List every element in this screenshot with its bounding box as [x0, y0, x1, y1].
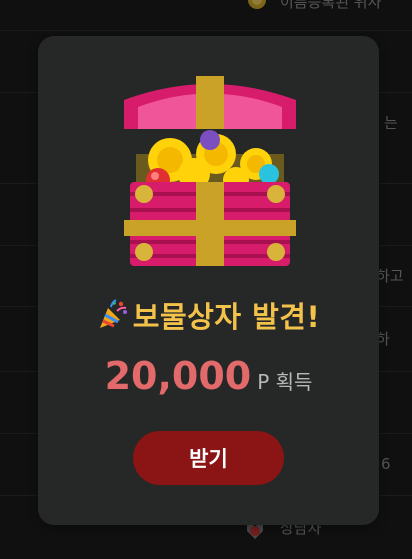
modal-title-text: 보물상자 발견! [132, 300, 321, 334]
screen: 이름등록된 위사 는 하고 하 6 상담자 보물상자 발견! 20,000 P … [0, 0, 412, 559]
treasure-chest-modal: 보물상자 발견! 20,000 P 획득 받기 [38, 36, 379, 525]
modal-title: 보물상자 발견! [38, 294, 379, 336]
party-popper-icon [99, 299, 127, 328]
receive-button[interactable]: 받기 [133, 431, 284, 485]
reward-unit: P 획득 [257, 370, 313, 394]
treasure-chest-icon [124, 76, 296, 266]
reward-summary: 20,000 P 획득 [38, 354, 379, 398]
reward-amount: 20,000 [104, 354, 252, 398]
